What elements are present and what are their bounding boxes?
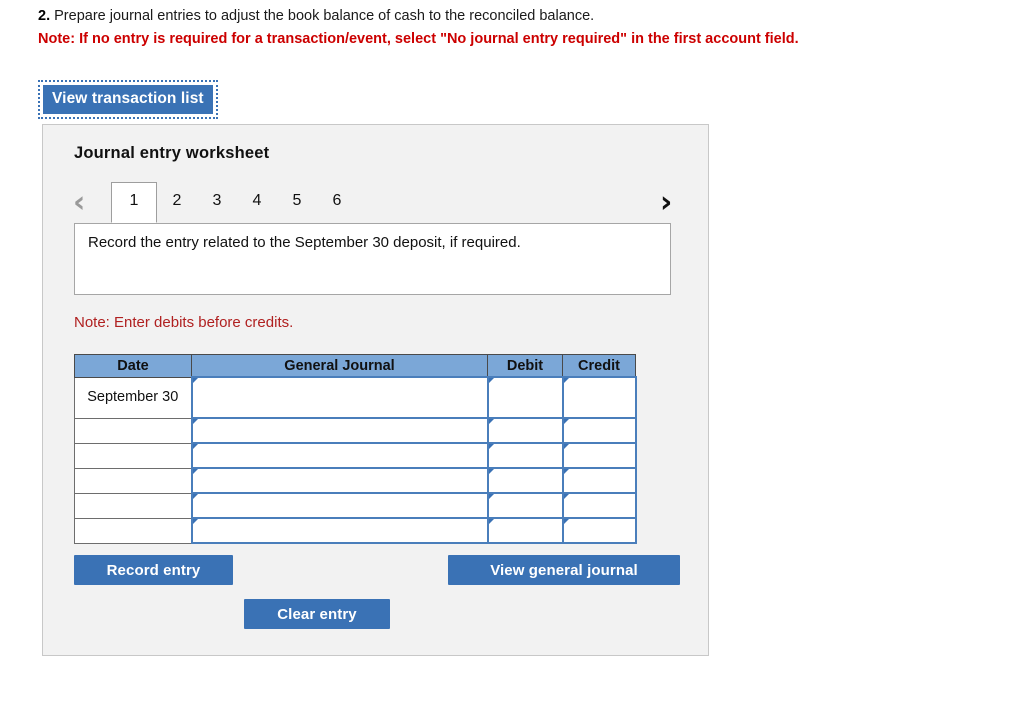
tab-5[interactable]: 5 [277, 182, 317, 220]
column-header-date: Date [74, 354, 192, 378]
credit-input-cell[interactable] [561, 517, 637, 544]
table-row [74, 492, 637, 519]
debit-input-cell[interactable] [486, 517, 564, 544]
date-cell[interactable] [74, 417, 192, 444]
account-input-cell[interactable] [190, 442, 489, 469]
table-row [74, 417, 637, 444]
debit-input-cell[interactable] [486, 376, 564, 419]
entry-prompt-text: Record the entry related to the Septembe… [88, 234, 521, 251]
journal-entry-worksheet-panel: Journal entry worksheet ‹ 1 2 3 4 5 6 › … [42, 124, 709, 656]
date-cell[interactable] [74, 442, 192, 469]
chevron-left-icon[interactable]: ‹ [73, 188, 85, 218]
account-input-cell[interactable] [190, 517, 489, 544]
page-title: Journal entry worksheet [74, 144, 270, 162]
column-header-debit: Debit [487, 354, 563, 378]
table-row [74, 517, 637, 544]
clear-entry-button[interactable]: Clear entry [244, 599, 390, 629]
table-row [74, 442, 637, 469]
credit-input-cell[interactable] [561, 467, 637, 494]
tab-3[interactable]: 3 [197, 182, 237, 220]
column-header-credit: Credit [562, 354, 636, 378]
date-cell[interactable]: September 30 [74, 376, 192, 419]
table-row: September 30 [74, 376, 637, 419]
tab-2[interactable]: 2 [157, 182, 197, 220]
account-input-cell[interactable] [190, 376, 489, 419]
question-number: 2. [38, 8, 51, 24]
view-transaction-list-button[interactable]: View transaction list [43, 85, 213, 114]
date-cell[interactable] [74, 492, 192, 519]
tab-list: 1 2 3 4 5 6 [111, 182, 357, 223]
account-input-cell[interactable] [190, 467, 489, 494]
credit-input-cell[interactable] [561, 442, 637, 469]
worksheet-pager: ‹ 1 2 3 4 5 6 › [43, 182, 708, 225]
view-general-journal-button[interactable]: View general journal [448, 555, 680, 585]
date-cell[interactable] [74, 467, 192, 494]
record-entry-button[interactable]: Record entry [74, 555, 233, 585]
tab-6[interactable]: 6 [317, 182, 357, 220]
general-journal-table: Date General Journal Debit Credit Septem… [74, 354, 637, 544]
tab-4[interactable]: 4 [237, 182, 277, 220]
credit-input-cell[interactable] [561, 492, 637, 519]
credit-input-cell[interactable] [561, 417, 637, 444]
view-transaction-list-focus-ring: View transaction list [38, 80, 218, 119]
question-body: Prepare journal entries to adjust the bo… [54, 8, 595, 24]
debit-input-cell[interactable] [486, 492, 564, 519]
column-header-general-journal: General Journal [191, 354, 488, 378]
chevron-right-icon[interactable]: › [660, 188, 672, 218]
debit-input-cell[interactable] [486, 442, 564, 469]
date-cell[interactable] [74, 517, 192, 544]
tab-1[interactable]: 1 [111, 182, 157, 223]
entry-prompt-box: Record the entry related to the Septembe… [74, 223, 671, 295]
table-header-row: Date General Journal Debit Credit [74, 354, 636, 378]
debit-input-cell[interactable] [486, 467, 564, 494]
debits-before-credits-note: Note: Enter debits before credits. [74, 314, 294, 331]
table-row [74, 467, 637, 494]
account-input-cell[interactable] [190, 417, 489, 444]
question-note: Note: If no entry is required for a tran… [38, 31, 799, 47]
question-text: 2. Prepare journal entries to adjust the… [38, 6, 998, 26]
question-header: 2. Prepare journal entries to adjust the… [38, 6, 998, 49]
credit-input-cell[interactable] [561, 376, 637, 419]
account-input-cell[interactable] [190, 492, 489, 519]
debit-input-cell[interactable] [486, 417, 564, 444]
